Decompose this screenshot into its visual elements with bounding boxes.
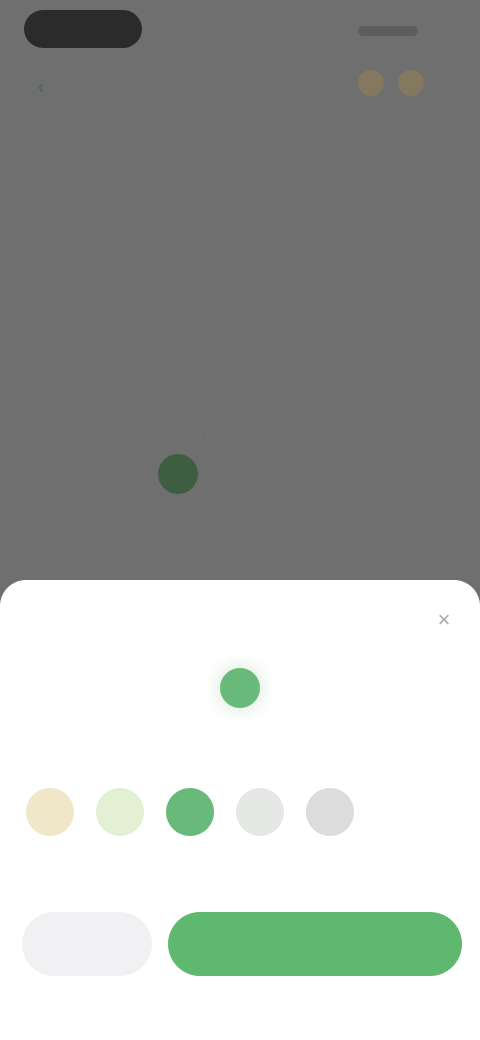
cancel-button[interactable]	[22, 912, 152, 976]
close-icon[interactable]: ×	[430, 606, 458, 634]
color-picker-sheet: ×	[0, 580, 480, 1040]
swatch-light-gray[interactable]	[236, 788, 284, 836]
swatch-light-green[interactable]	[96, 788, 144, 836]
status-bar	[0, 0, 480, 64]
swatch-cream[interactable]	[26, 788, 74, 836]
header-action-icon[interactable]	[358, 70, 384, 96]
confirm-button[interactable]	[168, 912, 462, 976]
map-marker-icon	[158, 454, 198, 494]
action-buttons	[22, 912, 462, 976]
status-indicators	[358, 26, 418, 36]
header-action-icon[interactable]	[398, 70, 424, 96]
selected-color-dot	[220, 668, 260, 708]
status-time-pill	[24, 10, 142, 48]
swatch-gray[interactable]	[306, 788, 354, 836]
selected-color-preview	[0, 668, 480, 708]
back-icon[interactable]: ‹	[30, 76, 52, 98]
swatch-green[interactable]	[166, 788, 214, 836]
top-right-actions	[358, 70, 424, 96]
color-swatch-list	[26, 788, 354, 836]
